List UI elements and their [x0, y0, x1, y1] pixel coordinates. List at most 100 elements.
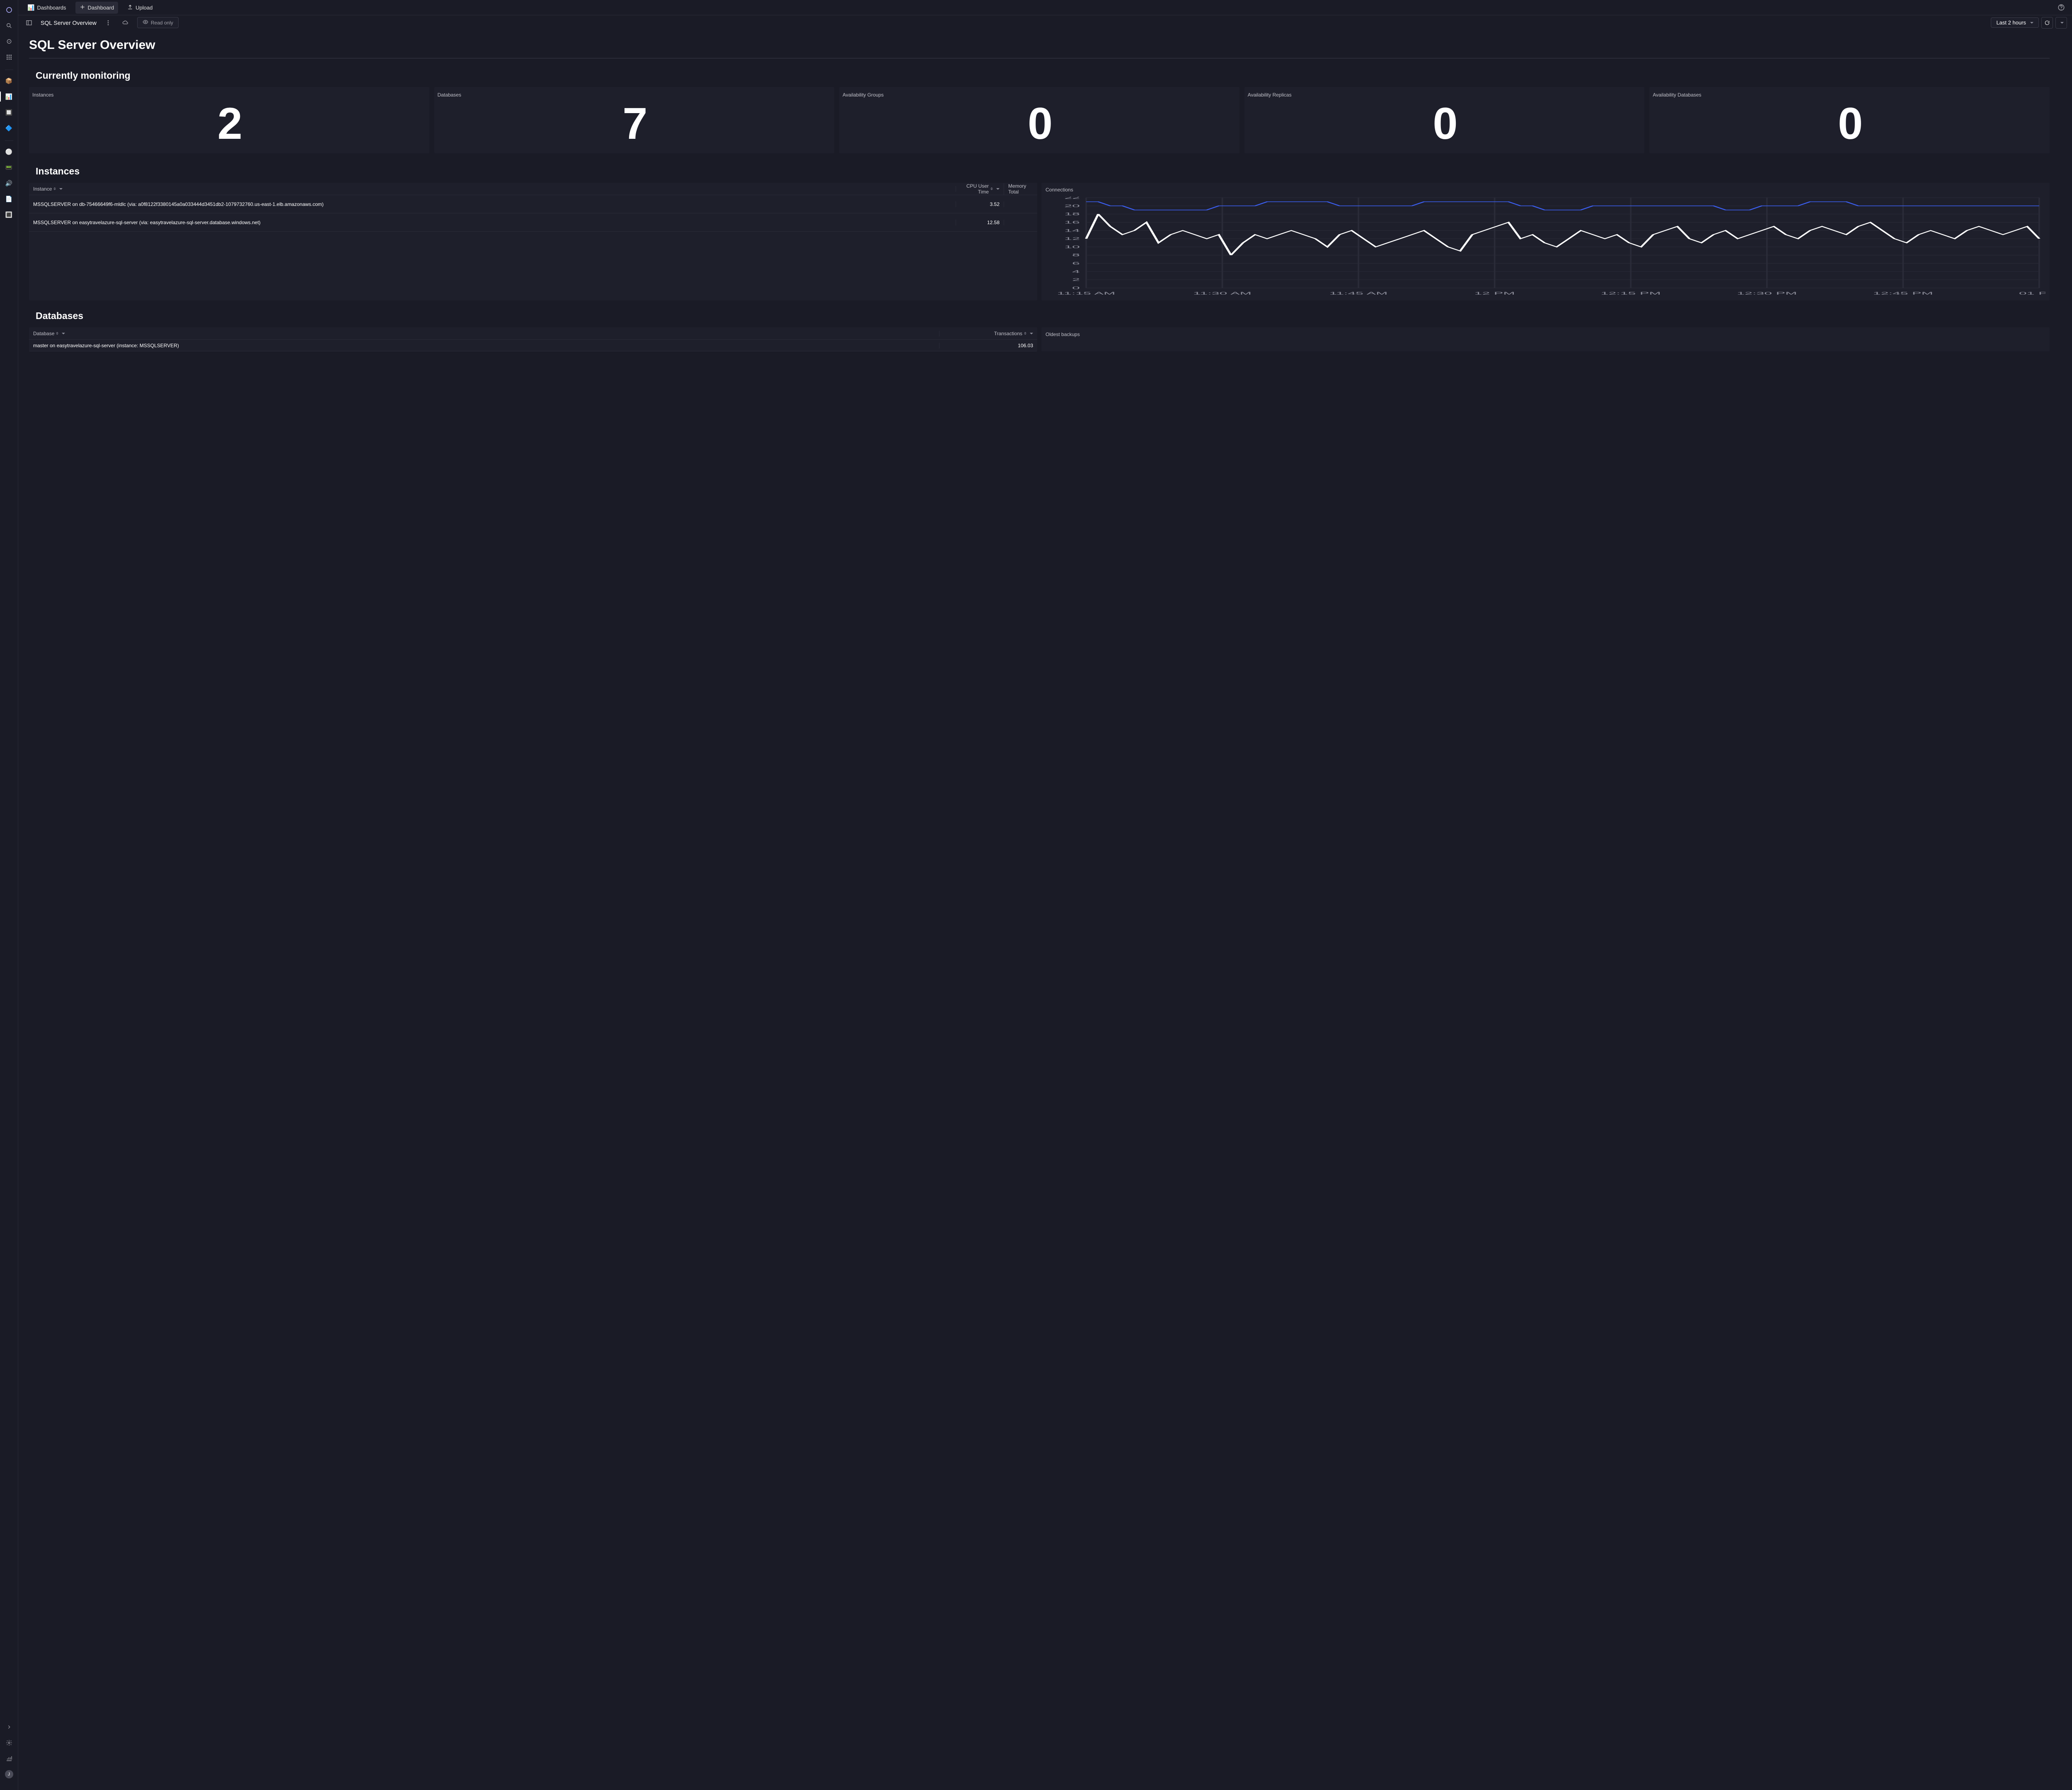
- cloud-icon[interactable]: [120, 17, 131, 29]
- nav-item-6[interactable]: 📟: [4, 162, 14, 172]
- sort-icon: [1024, 332, 1026, 335]
- page-title: SQL Server Overview: [29, 38, 2050, 58]
- nav-item-1[interactable]: 📦: [4, 76, 14, 86]
- nav-item-dashboards[interactable]: 📊: [4, 92, 14, 102]
- svg-text:20: 20: [1064, 204, 1080, 208]
- tile-instances[interactable]: Instances 2: [29, 87, 429, 153]
- chevron-down-icon: [59, 188, 63, 190]
- sort-icon: [53, 187, 56, 190]
- readonly-label: Read only: [151, 20, 173, 26]
- section-instances-title: Instances: [36, 166, 2050, 177]
- help-icon[interactable]: [2055, 2, 2067, 13]
- chevron-down-icon: [2060, 22, 2064, 24]
- upload-label: Upload: [136, 5, 152, 11]
- refresh-button[interactable]: [2041, 17, 2053, 29]
- tile-value: 7: [438, 101, 831, 146]
- svg-text:6: 6: [1072, 261, 1080, 266]
- expand-sidebar-icon[interactable]: [4, 1722, 14, 1732]
- breadcrumb-row: SQL Server Overview Read only Last 2 hou…: [18, 15, 2072, 30]
- upload-button[interactable]: Upload: [123, 2, 157, 14]
- tile-availability-databases[interactable]: Availability Databases 0: [1649, 87, 2050, 153]
- svg-text:14: 14: [1064, 229, 1080, 233]
- svg-text:4: 4: [1072, 270, 1080, 274]
- table-row[interactable]: master on easytravelazure-sql-server (in…: [29, 340, 1037, 351]
- col-label: Database: [33, 331, 54, 336]
- tile-availability-replicas[interactable]: Availability Replicas 0: [1244, 87, 1645, 153]
- dashboards-label: Dashboards: [37, 5, 66, 11]
- sidebar-logo[interactable]: [4, 5, 14, 15]
- cell-database: master on easytravelazure-sql-server (in…: [29, 343, 939, 348]
- chevron-down-icon: [2030, 22, 2033, 24]
- oldest-backups-title: Oldest backups: [1041, 327, 2050, 341]
- content-area: SQL Server Overview Currently monitoring…: [18, 30, 2072, 1790]
- search-icon[interactable]: [4, 21, 14, 31]
- cell-cpu: 12.58: [956, 220, 1004, 225]
- tile-label: Availability Databases: [1653, 92, 2046, 98]
- table-row[interactable]: MSSQLSERVER on db-75466649f6-mldlc (via:…: [29, 195, 1037, 213]
- col-database-header[interactable]: Database: [29, 331, 939, 336]
- svg-text:16: 16: [1064, 220, 1080, 225]
- dashboards-icon: 📊: [27, 4, 34, 11]
- section-databases-title: Databases: [36, 310, 2050, 322]
- nav-item-7[interactable]: 🔊: [4, 178, 14, 188]
- svg-text:18: 18: [1064, 212, 1080, 216]
- user-avatar[interactable]: J: [4, 1769, 14, 1779]
- svg-text:11:45 AM: 11:45 AM: [1329, 291, 1388, 295]
- svg-text:10: 10: [1064, 245, 1080, 249]
- topbar: 📊 Dashboards Dashboard Upload: [18, 0, 2072, 15]
- chevron-down-icon: [996, 188, 1000, 190]
- tile-label: Availability Groups: [842, 92, 1236, 98]
- connections-chart[interactable]: 024681012141618202211:15 AM11:30 AM11:45…: [1041, 197, 2050, 300]
- readonly-badge: Read only: [137, 17, 179, 28]
- connections-chart-panel: Connections 024681012141618202211:15 AM1…: [1041, 183, 2050, 300]
- sort-icon: [990, 187, 993, 190]
- nav-item-5[interactable]: ⚪: [4, 147, 14, 157]
- svg-text:12: 12: [1064, 237, 1080, 241]
- svg-text:12:45 PM: 12:45 PM: [1873, 291, 1933, 295]
- nav-item-9[interactable]: 🔳: [4, 210, 14, 220]
- settings-icon[interactable]: [4, 1738, 14, 1748]
- panel-toggle-icon[interactable]: [23, 17, 35, 29]
- col-label: Instance: [33, 186, 52, 192]
- chevron-down-icon: [1030, 333, 1033, 334]
- tile-value: 2: [32, 101, 426, 146]
- dashboards-nav[interactable]: 📊 Dashboards: [23, 2, 70, 14]
- table-row[interactable]: MSSQLSERVER on easytravelazure-sql-serve…: [29, 213, 1037, 232]
- timeframe-selector[interactable]: Last 2 hours: [1991, 17, 2039, 28]
- nav-item-8[interactable]: 📄: [4, 194, 14, 204]
- avatar-initial: J: [8, 1772, 10, 1777]
- timeframe-label: Last 2 hours: [1996, 19, 2026, 26]
- svg-text:2: 2: [1072, 278, 1080, 282]
- cell-instance: MSSQLSERVER on db-75466649f6-mldlc (via:…: [29, 201, 956, 207]
- col-label: Transactions: [994, 331, 1022, 336]
- svg-text:12 PM: 12 PM: [1474, 291, 1515, 295]
- apps-icon[interactable]: [4, 52, 14, 62]
- section-monitoring-title: Currently monitoring: [36, 70, 2050, 81]
- more-options-icon[interactable]: [102, 17, 114, 29]
- col-mem-header[interactable]: Memory Total: [1004, 183, 1037, 195]
- monitoring-tiles: Instances 2 Databases 7 Availability Gro…: [29, 87, 2050, 153]
- chart-title: Connections: [1041, 183, 2050, 197]
- tile-databases[interactable]: Databases 7: [434, 87, 835, 153]
- plus-icon: [80, 4, 85, 11]
- chart-icon[interactable]: [4, 1754, 14, 1763]
- col-label: CPU User Time: [960, 183, 989, 195]
- tile-availability-groups[interactable]: Availability Groups 0: [839, 87, 1239, 153]
- col-cpu-header[interactable]: CPU User Time: [956, 183, 1004, 195]
- cell-transactions: 106.03: [939, 343, 1037, 348]
- left-sidebar: 📦 📊 🔲 🔷 ⚪ 📟 🔊 📄 🔳 J: [0, 0, 18, 1790]
- tile-value: 0: [1248, 101, 1641, 146]
- databases-table-header: Database Transactions: [29, 327, 1037, 340]
- svg-text:0: 0: [1072, 286, 1080, 290]
- svg-text:11:15 AM: 11:15 AM: [1057, 291, 1116, 295]
- new-dashboard-button[interactable]: Dashboard: [75, 2, 119, 14]
- oldest-backups-panel: Oldest backups: [1041, 327, 2050, 351]
- nav-item-4[interactable]: 🔷: [4, 123, 14, 133]
- col-transactions-header[interactable]: Transactions: [939, 331, 1037, 336]
- tile-label: Databases: [438, 92, 831, 98]
- nav-item-3[interactable]: 🔲: [4, 107, 14, 117]
- col-instance-header[interactable]: Instance: [29, 186, 956, 192]
- tile-value: 0: [1653, 101, 2046, 146]
- pin-icon[interactable]: [4, 36, 14, 46]
- refresh-dropdown[interactable]: [2055, 17, 2067, 29]
